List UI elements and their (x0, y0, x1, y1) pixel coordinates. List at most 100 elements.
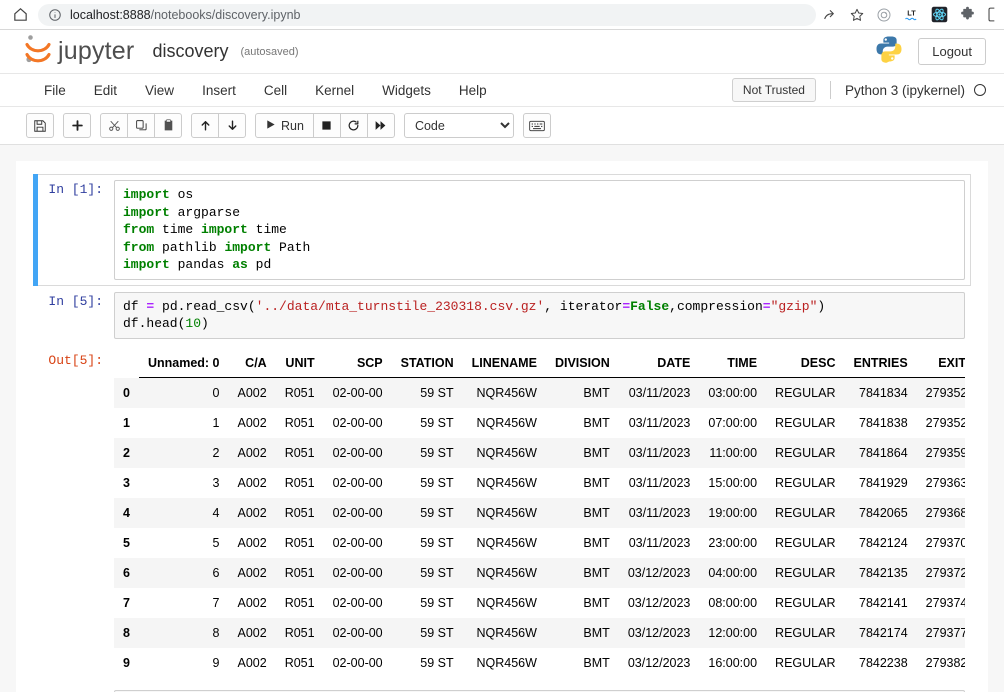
extensions-puzzle-icon[interactable] (959, 6, 976, 23)
table-cell: 02-00-00 (332, 475, 383, 490)
code-token: ) (817, 298, 826, 314)
notebook-toolbar: Run Code (0, 107, 1004, 145)
input-prompt: In [1]: (48, 182, 103, 197)
table-row-index: 5 (123, 535, 130, 550)
table-cell: R051 (284, 565, 315, 580)
jupyter-wordmark: jupyter (58, 37, 135, 65)
table-cell: 1 (212, 415, 220, 430)
code-editor[interactable]: df = pd.read_csv('../data/mta_turnstile_… (114, 291, 965, 339)
code-editor[interactable]: import os import argparse from time impo… (114, 180, 965, 280)
move-cell-up-button[interactable] (191, 113, 219, 138)
table-cell: 5 (212, 535, 220, 550)
notebook-cell[interactable]: In [22]:# add the datetime column and dr… (33, 684, 971, 692)
notebook-name[interactable]: discovery (152, 41, 228, 62)
table-cell: A002 (237, 655, 267, 670)
table-cell: 2793772 (925, 625, 965, 640)
table-cell: 07:00:00 (708, 415, 758, 430)
info-circle-icon[interactable] (48, 8, 62, 22)
menu-item-cell[interactable]: Cell (250, 77, 301, 104)
notebook-cell[interactable]: In [1]: import os import argparse from ti… (33, 174, 971, 286)
table-cell: A002 (237, 445, 267, 460)
menu-item-help[interactable]: Help (445, 77, 501, 104)
menu-item-kernel[interactable]: Kernel (301, 77, 368, 104)
table-cell: 8 (212, 625, 220, 640)
profile-icon[interactable] (987, 6, 996, 23)
home-icon[interactable] (6, 4, 34, 26)
menu-item-insert[interactable]: Insert (188, 77, 250, 104)
run-button[interactable]: Run (255, 113, 314, 138)
copy-button[interactable] (127, 113, 155, 138)
share-icon[interactable] (822, 7, 838, 23)
table-cell: A002 (237, 475, 267, 490)
table-cell: 16:00:00 (708, 655, 758, 670)
move-cell-down-button[interactable] (218, 113, 246, 138)
table-cell: 2793522 (925, 385, 965, 400)
table-cell: R051 (284, 385, 315, 400)
code-token: pandas (169, 257, 233, 272)
interrupt-kernel-button[interactable] (312, 113, 341, 138)
table-cell: REGULAR (775, 475, 836, 490)
table-cell: 02-00-00 (332, 655, 383, 670)
url-path: /notebooks/discovery.ipynb (150, 7, 301, 22)
menu-item-view[interactable]: View (131, 77, 188, 104)
code-token: Path (271, 239, 311, 255)
table-cell: A002 (237, 385, 267, 400)
code-token: "gzip" (770, 298, 818, 314)
languagetool-icon[interactable]: LT (903, 7, 920, 23)
command-palette-button[interactable] (522, 113, 551, 138)
bookmark-star-icon[interactable] (849, 7, 865, 23)
table-row: 8 8 A002 R051 02-00-00 59 ST NQR456W BMT 03/12/2… (114, 617, 965, 648)
table-cell: 2793529 (925, 415, 965, 430)
insert-cell-below-button[interactable] (63, 113, 91, 138)
table-cell: R051 (284, 535, 315, 550)
notebook-scroll-area[interactable]: In [1]: import os import argparse from ti… (0, 145, 1004, 692)
table-cell: 59 ST (420, 475, 454, 490)
table-cell: BMT (583, 625, 610, 640)
code-token: 10 (185, 316, 202, 331)
table-cell: BMT (583, 595, 610, 610)
cut-button[interactable] (100, 113, 128, 138)
save-button[interactable] (26, 113, 54, 138)
trust-status-button[interactable]: Not Trusted (731, 78, 816, 102)
table-cell: 2793709 (925, 535, 965, 550)
table-column-header: EXITS (916, 351, 965, 378)
code-token: import (123, 257, 170, 272)
logout-button[interactable]: Logout (918, 38, 986, 65)
restart-and-run-all-button[interactable] (366, 113, 395, 138)
table-row-index: 7 (123, 595, 130, 610)
table-column-header: DATE (618, 351, 700, 378)
table-cell: 2793823 (925, 655, 965, 670)
table-cell: A002 (237, 565, 267, 580)
table-header-row: Unnamed: 0 C/A UNIT SCP STATION LINENAME DIVIS… (114, 351, 965, 378)
table-row: 5 5 A002 R051 02-00-00 59 ST NQR456W BMT 03/11/2… (114, 527, 965, 558)
circle-target-icon[interactable] (876, 7, 892, 23)
table-cell: 02-00-00 (332, 595, 383, 610)
table-cell: REGULAR (775, 445, 836, 460)
table-cell: NQR456W (476, 385, 537, 400)
jupyter-logo-link[interactable]: jupyter (24, 32, 134, 71)
table-cell: 59 ST (420, 505, 454, 520)
code-token: as (232, 257, 248, 272)
table-cell: NQR456W (476, 565, 537, 580)
paste-button[interactable] (154, 113, 182, 138)
table-cell: REGULAR (775, 655, 836, 670)
table-cell: REGULAR (775, 625, 836, 640)
table-cell: 7842135 (859, 565, 908, 580)
code-token: = (762, 298, 771, 314)
table-cell: R051 (284, 625, 315, 640)
table-column-header: SCP (323, 351, 392, 378)
jupyter-header: jupyter discovery (autosaved) Logout (0, 30, 1004, 74)
notebook-cell[interactable]: In [5]: df = pd.read_csv('../data/mta_tur… (33, 286, 971, 345)
table-cell: BMT (583, 385, 610, 400)
restart-kernel-button[interactable] (339, 113, 368, 138)
table-column-header: Unnamed: 0 (138, 351, 229, 378)
table-cell: NQR456W (476, 535, 537, 550)
menu-item-edit[interactable]: Edit (80, 77, 131, 104)
cell-type-select[interactable]: Code (403, 113, 514, 138)
menu-item-widgets[interactable]: Widgets (368, 77, 445, 104)
address-bar[interactable]: localhost:8888/notebooks/discovery.ipynb (38, 3, 816, 26)
table-cell: 03/11/2023 (628, 535, 691, 550)
menu-item-file[interactable]: File (30, 77, 80, 104)
react-devtools-icon[interactable] (931, 6, 948, 23)
jupyter-logo (24, 32, 54, 71)
